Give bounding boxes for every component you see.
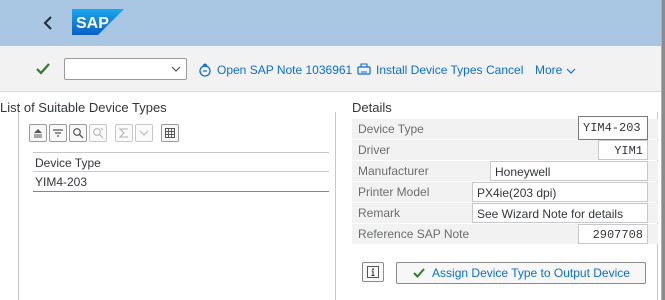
title-bar: SAP (0, 0, 661, 46)
remark-label: Remark (358, 206, 401, 220)
sort-ascending-icon (34, 129, 42, 138)
open-note-icon (198, 63, 212, 77)
sum-dropdown-button[interactable] (135, 124, 153, 142)
chevron-left-icon (43, 16, 52, 30)
install-icon (357, 63, 371, 77)
back-button[interactable] (38, 12, 60, 34)
sap-logo: SAP (72, 9, 124, 35)
detail-row-printer-model: Printer Model PX4ie(203 dpi) (352, 182, 658, 202)
more-label: More (535, 63, 563, 77)
reference-sap-note-field: 2907708 (578, 224, 648, 244)
app-window: SAP Open SAP Note 1036961 Install Device… (0, 0, 662, 300)
device-type-label: Device Type (358, 122, 424, 136)
open-sap-note-label: Open SAP Note 1036961 (217, 63, 353, 77)
svg-text:SAP: SAP (76, 15, 109, 32)
driver-label: Driver (358, 143, 390, 157)
list-toolbar (29, 124, 179, 142)
assign-device-type-button[interactable]: Assign Device Type to Output Device (396, 262, 646, 284)
install-device-types-label: Install Device Types (376, 63, 483, 77)
info-icon (367, 266, 379, 278)
sum-button[interactable] (115, 124, 133, 142)
open-sap-note-button[interactable]: Open SAP Note 1036961 (198, 61, 352, 79)
search-icon (73, 128, 84, 139)
assign-device-type-label: Assign Device Type to Output Device (432, 266, 630, 280)
device-type-list-panel: Device Type YIM4-203 (18, 112, 336, 300)
detail-row-driver: Driver YIM1 (352, 140, 658, 160)
checkmark-icon (412, 266, 426, 280)
chevron-down-icon[interactable] (170, 63, 182, 75)
column-header-device-type[interactable]: Device Type (33, 152, 329, 172)
info-button[interactable] (362, 262, 384, 282)
filter-icon (53, 129, 63, 137)
device-type-value: YIM4-203 (583, 121, 641, 135)
sum-icon (118, 128, 128, 138)
printer-model-field: PX4ie(203 dpi) (472, 182, 648, 202)
printer-model-label: Printer Model (358, 185, 430, 199)
layout-button[interactable] (161, 124, 179, 142)
checkmark-icon (36, 63, 50, 75)
search-next-icon (93, 127, 104, 139)
command-field[interactable] (64, 58, 187, 80)
filter-button[interactable] (49, 124, 67, 142)
find-next-button[interactable] (89, 124, 107, 142)
remark-field: See Wizard Note for details (472, 203, 648, 223)
detail-row-reference-note: Reference SAP Note 2907708 (352, 224, 658, 244)
cancel-button[interactable]: Cancel (486, 61, 523, 79)
enter-button[interactable] (34, 60, 52, 78)
sort-ascending-button[interactable] (29, 124, 47, 142)
manufacturer-label: Manufacturer (358, 164, 429, 178)
application-toolbar: Open SAP Note 1036961 Install Device Typ… (0, 46, 661, 92)
detail-row-manufacturer: Manufacturer Honeywell (352, 161, 658, 181)
cancel-label: Cancel (486, 63, 524, 77)
detail-row-remark: Remark See Wizard Note for details (352, 203, 658, 223)
manufacturer-field: Honeywell (490, 161, 648, 181)
install-device-types-button[interactable]: Install Device Types (357, 61, 483, 79)
chevron-down-icon (566, 65, 576, 75)
device-type-field[interactable]: YIM4-203 (578, 116, 648, 140)
driver-field: YIM1 (598, 140, 648, 160)
detail-row-device-type: Device Type YIM4-203 (352, 116, 658, 140)
list-item[interactable]: YIM4-203 (33, 173, 329, 192)
more-menu-button[interactable]: More (535, 61, 576, 79)
dropdown-icon (139, 130, 149, 136)
find-button[interactable] (69, 124, 87, 142)
layout-icon (165, 128, 175, 138)
reference-sap-note-label: Reference SAP Note (358, 227, 470, 241)
